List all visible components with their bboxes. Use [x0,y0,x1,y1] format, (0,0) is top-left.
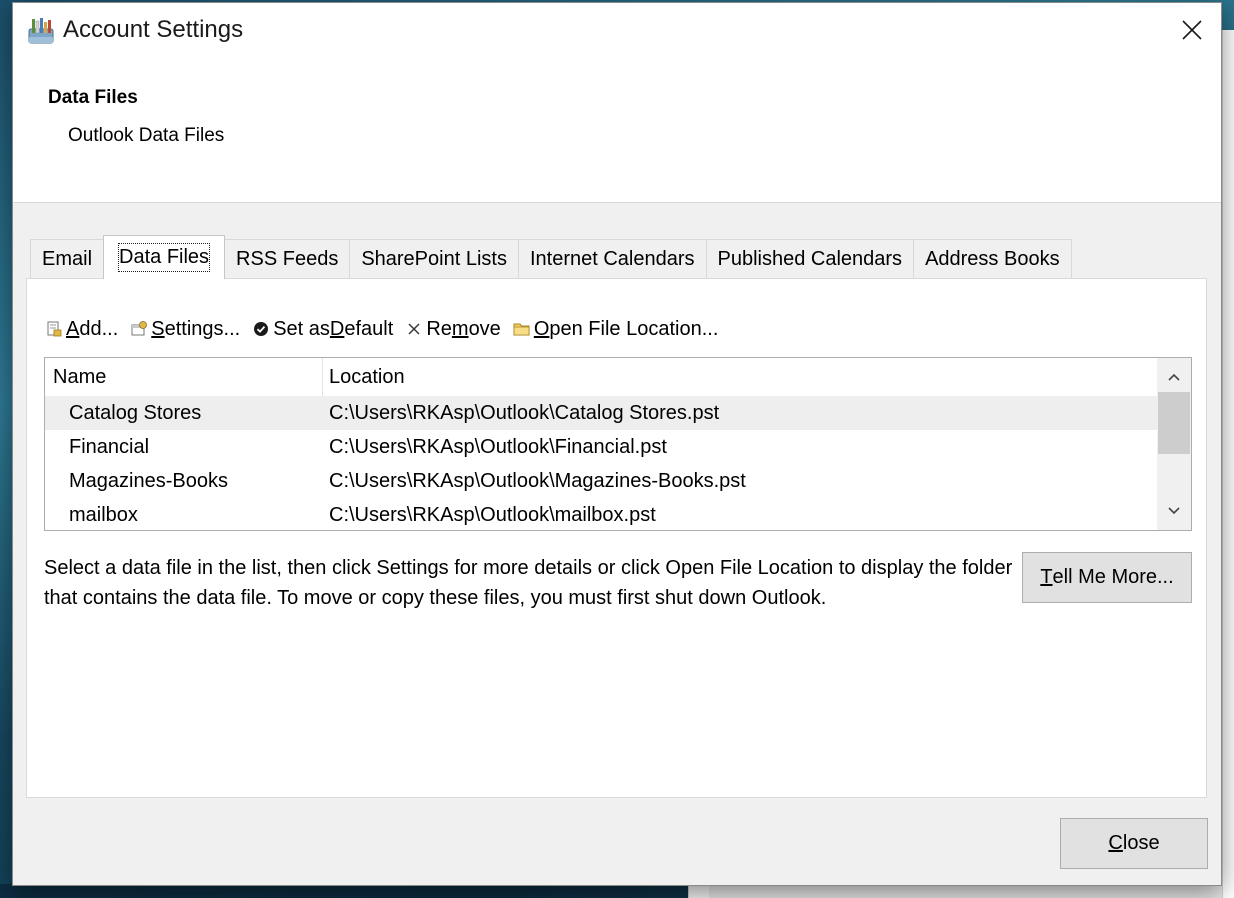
remove-button[interactable]: Re m ove [405,318,501,341]
tell-me-more-label: ell Me More... [1052,566,1174,588]
add-button[interactable]: Add... [45,318,118,341]
chevron-down-icon [1168,507,1180,515]
tell-me-more-key: T [1040,566,1053,588]
list-rows: Catalog Stores C:\Users\RKAsp\Outlook\Ca… [45,396,1157,530]
account-settings-icon [25,15,57,47]
remove-label-pre: Re [426,317,452,340]
list-row-selected[interactable]: Catalog Stores C:\Users\RKAsp\Outlook\Ca… [45,396,1157,430]
tab-internet-calendars[interactable]: Internet Calendars [517,239,707,279]
row-location: C:\Users\RKAsp\Outlook\Financial.pst [329,435,667,458]
row-name: Financial [69,435,150,458]
scroll-up-button[interactable] [1157,362,1191,392]
account-settings-dialog: Account Settings Data Files Outlook Data… [12,2,1222,886]
list-row[interactable]: mailbox C:\Users\RKAsp\Outlook\mailbox.p… [45,498,1157,530]
settings-label-key: S [151,317,165,340]
tab-label: Address Books [925,248,1060,270]
add-label-key: A [66,317,80,340]
row-name: Magazines-Books [69,469,228,492]
remove-label-post: ove [468,317,501,340]
add-label-post: dd... [79,317,119,340]
chevron-up-icon [1168,373,1180,381]
tell-me-more-button[interactable]: Tell Me More... [1022,552,1192,603]
row-name: Catalog Stores [69,401,202,424]
add-datafile-icon [45,320,63,338]
column-header-name[interactable]: Name [45,358,323,396]
tab-data-files[interactable]: Data Files [103,235,226,279]
column-header-location[interactable]: Location [323,358,1157,396]
settings-button[interactable]: Settings... [130,318,240,341]
desktop-strip [0,884,688,898]
tab-sharepoint-lists[interactable]: SharePoint Lists [349,239,519,279]
dialog-title: Account Settings [63,16,244,43]
settings-datafile-icon [130,320,148,338]
list-row[interactable]: Financial C:\Users\RKAsp\Outlook\Financi… [45,430,1157,464]
data-files-list[interactable]: Name Location Catalog Stores C:\Users\RK… [44,357,1192,531]
tab-label: Email [42,248,93,270]
close-button[interactable]: Close [1060,818,1208,869]
row-location: C:\Users\RKAsp\Outlook\mailbox.pst [329,503,656,526]
background-app-scroll-strip [1222,30,1234,898]
list-header: Name Location [45,358,1157,396]
open-file-location-button[interactable]: Open File Location... [513,317,719,341]
open-location-label-key: O [533,317,550,340]
tab-label: RSS Feeds [236,248,339,270]
remove-label-key: m [451,317,469,340]
set-default-label-key: D [329,317,345,340]
close-icon [1182,20,1202,40]
close-label: lose [1122,832,1160,854]
dialog-header: Account Settings Data Files Outlook Data… [13,3,1221,203]
set-default-label-post: efault [344,317,394,340]
tab-label: SharePoint Lists [361,248,507,270]
title-bar[interactable]: Account Settings [13,3,1221,61]
tab-strip: Email Data Files RSS Feeds SharePoint Li… [30,235,1072,279]
data-files-toolbar: Add... Settings... Set as D efault Re m … [45,314,730,344]
set-default-label-pre: Set as [273,317,330,340]
section-subtitle: Outlook Data Files [68,125,225,146]
tab-label: Data Files [118,243,211,272]
row-location: C:\Users\RKAsp\Outlook\Magazines-Books.p… [329,469,746,492]
data-files-panel: Add... Settings... Set as D efault Re m … [26,278,1207,798]
background-app-bottom-bar [709,884,1222,898]
settings-label-post: ettings... [164,317,241,340]
row-name: mailbox [69,503,138,526]
open-location-label-post: pen File Location... [549,317,719,340]
scroll-thumb[interactable] [1158,392,1190,454]
scroll-down-button[interactable] [1157,496,1191,526]
set-as-default-button[interactable]: Set as Default [252,318,393,341]
tab-rss-feeds[interactable]: RSS Feeds [224,239,351,279]
row-location: C:\Users\RKAsp\Outlook\Catalog Stores.ps… [329,401,720,424]
list-row[interactable]: Magazines-Books C:\Users\RKAsp\Outlook\M… [45,464,1157,498]
section-title: Data Files [48,87,138,108]
help-description: Select a data file in the list, then cli… [44,557,1013,609]
tab-email[interactable]: Email [30,239,105,279]
tab-published-calendars[interactable]: Published Calendars [705,239,915,279]
vertical-scrollbar[interactable] [1157,358,1191,530]
checkmark-circle-icon [252,320,270,338]
tab-label: Published Calendars [717,248,903,270]
close-key: C [1108,832,1123,854]
tab-label: Internet Calendars [529,248,695,270]
folder-icon [513,320,531,338]
tab-address-books[interactable]: Address Books [913,239,1072,279]
x-icon [405,320,423,338]
close-window-button[interactable] [1177,15,1207,45]
